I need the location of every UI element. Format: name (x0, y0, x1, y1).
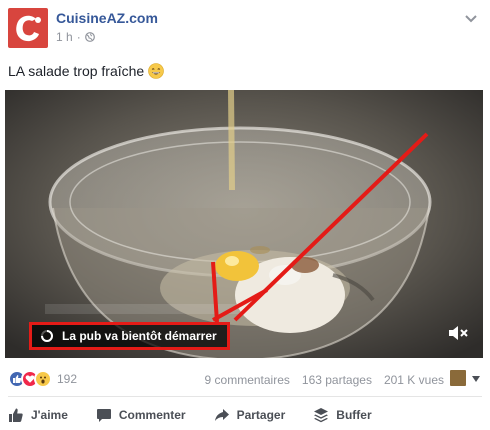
video-frame (5, 90, 483, 358)
like-button[interactable]: J'aime (8, 407, 68, 423)
grinning-face-emoji (148, 63, 165, 79)
thumbs-up-icon (9, 408, 23, 422)
post-header: CuisineAZ.com 1 h · (8, 8, 482, 48)
ad-notice-text: La pub va bientôt démarrer (62, 329, 217, 343)
comment-button[interactable]: Commenter (96, 407, 186, 423)
viewer-avatar[interactable] (450, 370, 466, 386)
video-player[interactable]: La pub va bientôt démarrer (5, 90, 483, 358)
page-avatar[interactable] (8, 8, 48, 48)
comment-icon (96, 409, 111, 422)
like-label: J'aime (31, 408, 68, 422)
shares-count-link[interactable]: 163 partages (302, 373, 372, 387)
post-text: LA salade trop fraîche (8, 63, 165, 79)
speaker-muted-icon[interactable] (447, 324, 469, 342)
views-count: 201 K vues (383, 373, 444, 387)
post-meta: 1 h · (56, 30, 95, 44)
share-label: Partager (236, 408, 286, 422)
reaction-count: 192 (57, 372, 78, 386)
buffer-label: Buffer (336, 408, 372, 422)
buffer-button[interactable]: Buffer (313, 407, 372, 423)
post-message: LA salade trop fraîche (8, 63, 145, 79)
loading-spinner-icon (41, 330, 53, 342)
share-arrow-icon (214, 409, 229, 421)
share-button[interactable]: Partager (214, 407, 286, 423)
engagement-counts: 9 commentaires 163 partages 201 K vues (205, 373, 444, 387)
divider (8, 396, 482, 397)
page-name-link[interactable]: CuisineAZ.com (56, 10, 158, 26)
reactions-summary[interactable]: 192 (8, 370, 77, 388)
caret-down-icon[interactable] (472, 376, 480, 382)
comments-count-link[interactable]: 9 commentaires (205, 373, 290, 387)
ad-notice: La pub va bientôt démarrer (29, 322, 230, 350)
globe-icon (84, 32, 95, 42)
wow-reaction-icon (34, 370, 52, 388)
comment-label: Commenter (118, 408, 186, 422)
buffer-stack-icon (314, 408, 329, 423)
post-stats: 192 9 commentaires 163 partages 201 K vu… (8, 368, 482, 390)
action-bar: J'aime Commenter Partager Buffer (8, 400, 482, 430)
chevron-down-icon[interactable] (464, 14, 478, 24)
post-timestamp[interactable]: 1 h (56, 30, 73, 44)
